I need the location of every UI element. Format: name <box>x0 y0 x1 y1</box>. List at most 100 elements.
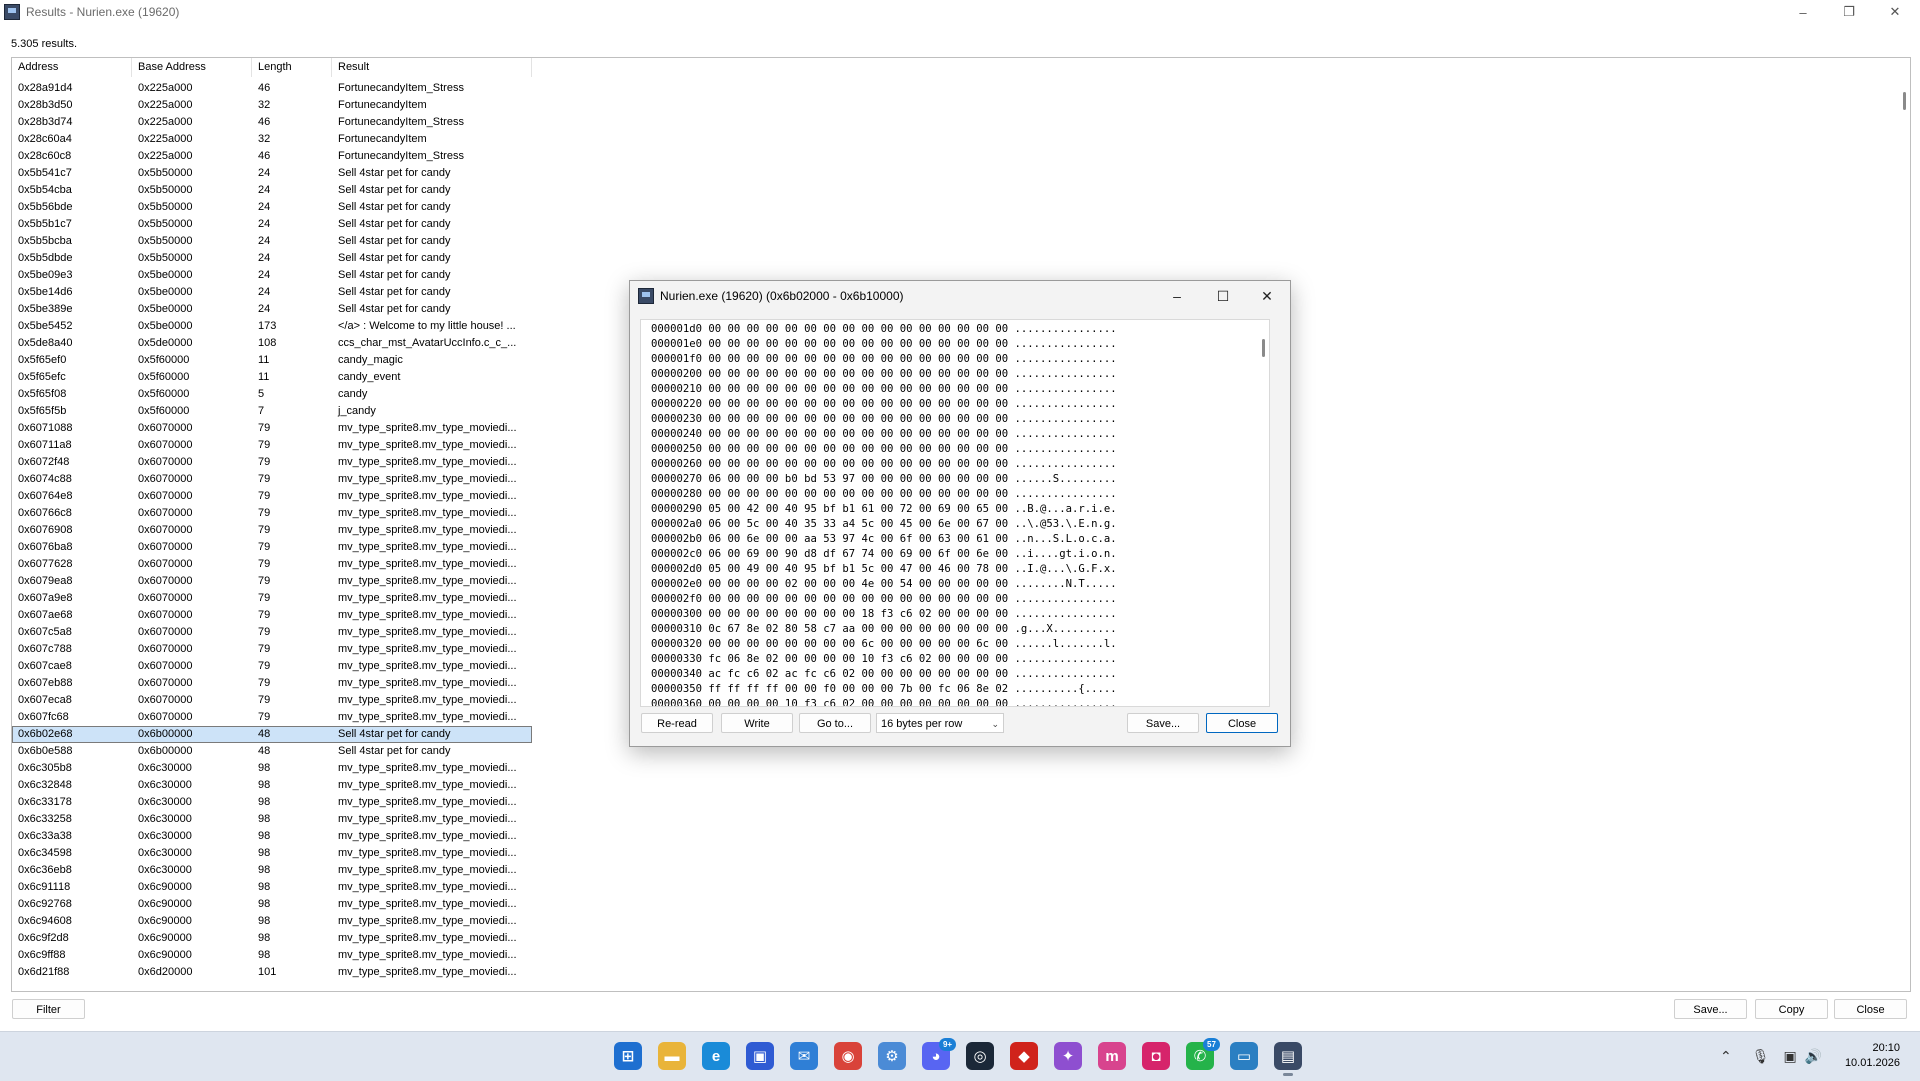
mail-app-icon[interactable]: ✉ <box>790 1042 818 1070</box>
table-row[interactable]: 0x5f65f5b 0x5f60000 7 j_candy <box>12 403 532 420</box>
instagram-icon[interactable]: ◘ <box>1142 1042 1170 1070</box>
dialog-maximize-icon[interactable]: ☐ <box>1200 281 1246 311</box>
table-row[interactable]: 0x607fc68 0x6070000 79 mv_type_sprite8.mv_t… <box>12 709 532 726</box>
column-header-address[interactable]: Address <box>12 58 132 77</box>
column-header-length[interactable]: Length <box>252 58 332 77</box>
windows-start-icon[interactable]: ⊞ <box>614 1042 642 1070</box>
table-row[interactable]: 0x607eca8 0x6070000 79 mv_type_sprite8.mv_t… <box>12 692 532 709</box>
steam-icon[interactable]: ◎ <box>966 1042 994 1070</box>
edge-icon[interactable]: e <box>702 1042 730 1070</box>
settings-icon[interactable]: ⚙ <box>878 1042 906 1070</box>
table-row[interactable]: 0x28b3d50 0x225a000 32 FortunecandyItem <box>12 97 532 114</box>
table-row[interactable]: 0x5b5bcba 0x5b50000 24 Sell 4star pet for c… <box>12 233 532 250</box>
table-row[interactable]: 0x5b541c7 0x5b50000 24 Sell 4star pet for c… <box>12 165 532 182</box>
table-scrollbar[interactable] <box>1896 58 1910 991</box>
table-row[interactable]: 0x6077628 0x6070000 79 mv_type_sprite8.mv_t… <box>12 556 532 573</box>
table-row[interactable]: 0x607eb88 0x6070000 79 mv_type_sprite8.mv_t… <box>12 675 532 692</box>
table-row[interactable]: 0x6c32848 0x6c30000 98 mv_type_sprite8.mv_t… <box>12 777 532 794</box>
column-header-result[interactable]: Result <box>332 58 532 77</box>
dialog-minimize-icon[interactable]: – <box>1154 281 1200 311</box>
table-row[interactable]: 0x5be09e3 0x5be0000 24 Sell 4star pet for c… <box>12 267 532 284</box>
write-button[interactable]: Write <box>721 713 793 733</box>
messenger-app-icon[interactable]: m <box>1098 1042 1126 1070</box>
table-row[interactable]: 0x6c33258 0x6c30000 98 mv_type_sprite8.mv_t… <box>12 811 532 828</box>
save-button[interactable]: Save... <box>1674 999 1747 1019</box>
reread-button[interactable]: Re-read <box>641 713 713 733</box>
table-row[interactable]: 0x60764e8 0x6070000 79 mv_type_sprite8.mv_t… <box>12 488 532 505</box>
table-row[interactable]: 0x607ae68 0x6070000 79 mv_type_sprite8.mv_t… <box>12 607 532 624</box>
table-row[interactable]: 0x5de8a40 0x5de0000 108 ccs_char_mst_Avatar… <box>12 335 532 352</box>
table-row[interactable]: 0x5f65f08 0x5f60000 5 candy <box>12 386 532 403</box>
table-row[interactable]: 0x6c33178 0x6c30000 98 mv_type_sprite8.mv_t… <box>12 794 532 811</box>
table-row[interactable]: 0x6c91118 0x6c90000 98 mv_type_sprite8.mv_t… <box>12 879 532 896</box>
table-row[interactable]: 0x5b5b1c7 0x5b50000 24 Sell 4star pet for c… <box>12 216 532 233</box>
table-row[interactable]: 0x5b5dbde 0x5b50000 24 Sell 4star pet for c… <box>12 250 532 267</box>
dialog-close-icon[interactable]: ✕ <box>1244 281 1290 311</box>
table-row[interactable]: 0x5be5452 0x5be0000 173 </a> : Welcome to m… <box>12 318 532 335</box>
dialog-close-button[interactable]: Close <box>1206 713 1278 733</box>
discord-icon[interactable]: ◕ 9+ <box>922 1038 956 1070</box>
table-row[interactable]: 0x6c94608 0x6c90000 98 mv_type_sprite8.mv_t… <box>12 913 532 930</box>
table-row[interactable]: 0x6c36eb8 0x6c30000 98 mv_type_sprite8.mv_t… <box>12 862 532 879</box>
filter-button[interactable]: Filter <box>12 999 85 1019</box>
volume-icon[interactable]: 🔊 <box>1805 1048 1822 1065</box>
goto-button[interactable]: Go to... <box>799 713 871 733</box>
chevron-up-icon[interactable]: ⌃ <box>1720 1048 1732 1065</box>
network-icon[interactable]: ▣ <box>1784 1048 1797 1065</box>
whatsapp-icon[interactable]: ✆ 57 <box>1186 1038 1220 1070</box>
cell-base-address: 0x6070000 <box>138 524 193 536</box>
table-row[interactable]: 0x6076ba8 0x6070000 79 mv_type_sprite8.mv_t… <box>12 539 532 556</box>
store-icon[interactable]: ▣ <box>746 1042 774 1070</box>
hex-scrollbar-thumb[interactable] <box>1262 339 1265 357</box>
minimize-icon[interactable]: – <box>1780 0 1826 24</box>
table-row[interactable]: 0x5b56bde 0x5b50000 24 Sell 4star pet for c… <box>12 199 532 216</box>
dialog-save-button[interactable]: Save... <box>1127 713 1199 733</box>
file-explorer-icon[interactable]: ▬ <box>658 1042 686 1070</box>
table-row[interactable]: 0x6d21f88 0x6d20000 101 mv_type_sprite8.mv_… <box>12 964 532 981</box>
hex-scrollbar[interactable] <box>1257 320 1269 706</box>
table-row[interactable]: 0x607c5a8 0x6070000 79 mv_type_sprite8.mv_t… <box>12 624 532 641</box>
table-row[interactable]: 0x5b54cba 0x5b50000 24 Sell 4star pet for c… <box>12 182 532 199</box>
table-row[interactable]: 0x6072f48 0x6070000 79 mv_type_sprite8.mv_t… <box>12 454 532 471</box>
table-row[interactable]: 0x5be14d6 0x5be0000 24 Sell 4star pet for c… <box>12 284 532 301</box>
microphone-icon[interactable]: 🎙 <box>1752 1048 1770 1065</box>
table-row[interactable]: 0x5be389e 0x5be0000 24 Sell 4star pet for c… <box>12 301 532 318</box>
table-row[interactable]: 0x6076908 0x6070000 79 mv_type_sprite8.mv_t… <box>12 522 532 539</box>
table-row[interactable]: 0x607cae8 0x6070000 79 mv_type_sprite8.mv_t… <box>12 658 532 675</box>
redis-icon[interactable]: ◆ <box>1010 1042 1038 1070</box>
copy-button[interactable]: Copy <box>1755 999 1828 1019</box>
scrollbar-thumb[interactable] <box>1903 92 1906 110</box>
hex-view[interactable]: 000001d0 00 00 00 00 00 00 00 00 00 00 0… <box>640 319 1270 707</box>
table-row[interactable]: 0x28a91d4 0x225a000 46 FortunecandyItem_Str… <box>12 80 532 97</box>
table-row[interactable]: 0x6071088 0x6070000 79 mv_type_sprite8.mv_t… <box>12 420 532 437</box>
chrome-icon[interactable]: ◉ <box>834 1042 862 1070</box>
process-hacker-icon[interactable]: ▤ <box>1274 1042 1302 1076</box>
table-row[interactable]: 0x6b0e588 0x6b00000 48 Sell 4star pet for c… <box>12 743 532 760</box>
table-row[interactable]: 0x6c33a38 0x6c30000 98 mv_type_sprite8.mv_t… <box>12 828 532 845</box>
restore-icon[interactable]: ❐ <box>1826 0 1872 24</box>
table-row[interactable]: 0x60766c8 0x6070000 79 mv_type_sprite8.mv_t… <box>12 505 532 522</box>
table-row[interactable]: 0x5f65ef0 0x5f60000 11 candy_magic <box>12 352 532 369</box>
table-row[interactable]: 0x28b3d74 0x225a000 46 FortunecandyItem_Str… <box>12 114 532 131</box>
table-row[interactable]: 0x28c60c8 0x225a000 46 FortunecandyItem_Str… <box>12 148 532 165</box>
table-row[interactable]: 0x6c305b8 0x6c30000 98 mv_type_sprite8.mv_t… <box>12 760 532 777</box>
table-row[interactable]: 0x6079ea8 0x6070000 79 mv_type_sprite8.mv_t… <box>12 573 532 590</box>
remote-desktop-icon[interactable]: ▭ <box>1230 1042 1258 1070</box>
puzzle-app-icon[interactable]: ✦ <box>1054 1042 1082 1070</box>
table-row[interactable]: 0x6b02e68 0x6b00000 48 Sell 4star pet for c… <box>12 726 532 743</box>
column-header-base-address[interactable]: Base Address <box>132 58 252 77</box>
bytes-per-row-select[interactable]: 16 bytes per row ⌄ <box>876 713 1004 733</box>
table-row[interactable]: 0x607c788 0x6070000 79 mv_type_sprite8.mv_t… <box>12 641 532 658</box>
table-row[interactable]: 0x5f65efc 0x5f60000 11 candy_event <box>12 369 532 386</box>
table-row[interactable]: 0x6c34598 0x6c30000 98 mv_type_sprite8.mv_t… <box>12 845 532 862</box>
table-row[interactable]: 0x28c60a4 0x225a000 32 FortunecandyItem <box>12 131 532 148</box>
table-row[interactable]: 0x60711a8 0x6070000 79 mv_type_sprite8.mv_t… <box>12 437 532 454</box>
table-row[interactable]: 0x6c9f2d8 0x6c90000 98 mv_type_sprite8.mv_t… <box>12 930 532 947</box>
clock[interactable]: 20:10 10.01.2026 <box>1845 1041 1900 1071</box>
close-window-icon[interactable]: ✕ <box>1872 0 1918 24</box>
table-row[interactable]: 0x6c9ff88 0x6c90000 98 mv_type_sprite8.mv_t… <box>12 947 532 964</box>
close-button[interactable]: Close <box>1834 999 1907 1019</box>
table-row[interactable]: 0x607a9e8 0x6070000 79 mv_type_sprite8.mv_t… <box>12 590 532 607</box>
table-row[interactable]: 0x6074c88 0x6070000 79 mv_type_sprite8.mv_t… <box>12 471 532 488</box>
table-row[interactable]: 0x6c92768 0x6c90000 98 mv_type_sprite8.mv_t… <box>12 896 532 913</box>
